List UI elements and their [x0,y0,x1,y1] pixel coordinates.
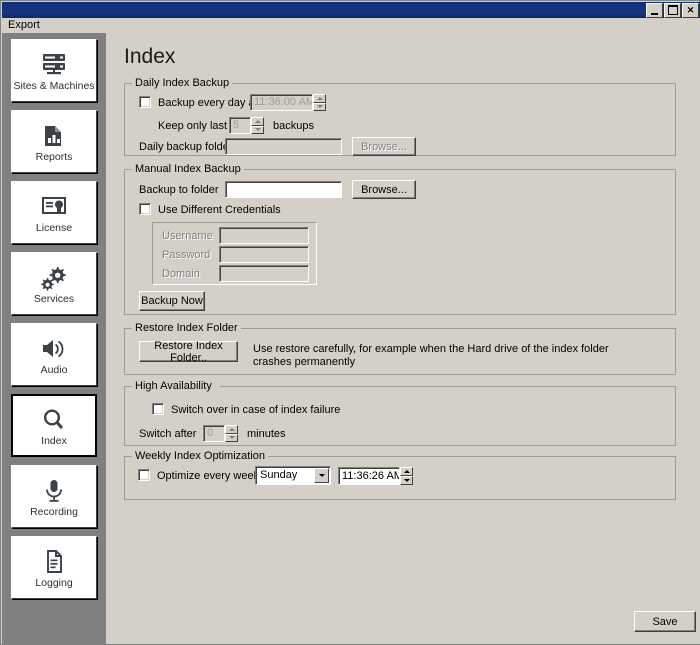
save-button[interactable]: Save [634,611,696,632]
username-field[interactable] [219,227,309,244]
sidebar-item-label: License [36,223,72,234]
group-legend: Daily Index Backup [132,77,232,89]
sidebar-item-sites-machines[interactable]: Sites & Machines [11,39,97,102]
restore-index-folder-button[interactable]: Restore Index Folder.. [139,341,238,362]
group-weekly-index-optimization: Weekly Index Optimization Optimize every… [124,456,676,500]
content-panel: Index Daily Index Backup Backup every da… [106,33,700,644]
optimize-day-combobox[interactable]: Sunday [255,466,331,485]
sidebar-item-audio[interactable]: Audio [11,323,97,386]
sidebar-item-label: Logging [35,578,72,589]
username-label: Username [162,230,213,242]
switch-over-label: Switch over in case of index failure [171,404,340,416]
optimize-time-field[interactable]: 11:36:26 AM [338,467,400,485]
switch-after-field[interactable]: 0 [203,425,225,442]
group-daily-index-backup: Daily Index Backup Backup every day at 1… [124,83,676,156]
sidebar-item-license[interactable]: License [11,181,97,244]
use-different-credentials-checkbox[interactable] [139,203,151,215]
sidebar-item-index[interactable]: Index [11,394,97,457]
backups-label: backups [273,120,314,132]
restore-description-line2: crashes permanently [253,356,355,368]
minutes-label: minutes [247,428,286,440]
switch-after-spinner[interactable] [225,425,238,442]
certificate-icon [39,192,69,222]
gears-icon [39,263,69,293]
backup-every-day-label: Backup every day at [158,97,258,109]
backup-every-day-checkbox[interactable] [139,96,151,108]
group-legend: Manual Index Backup [132,163,244,175]
use-different-credentials-label: Use Different Credentials [158,204,281,216]
sidebar-item-label: Audio [41,365,68,376]
menu-bar: Export [2,18,700,33]
servers-icon [39,50,69,80]
maximize-button[interactable] [664,3,681,18]
domain-field[interactable] [219,265,309,282]
switch-after-label: Switch after [139,428,196,440]
bar-chart-icon [40,121,68,151]
magnifier-icon [40,405,68,435]
keep-count-spinner[interactable] [251,117,264,134]
switch-over-checkbox[interactable] [152,403,164,415]
daily-backup-folder-label: Daily backup folder [139,141,233,153]
daily-backup-browse-button[interactable]: Browse... [352,137,416,156]
menu-item-export[interactable]: Export [2,18,46,33]
sidebar-item-reports[interactable]: Reports [11,110,97,173]
backup-now-button[interactable]: Backup Now [139,291,205,311]
sidebar-item-recording[interactable]: Recording [11,465,97,528]
keep-count-field[interactable]: 5 [229,117,251,134]
domain-label: Domain [162,268,200,280]
backup-to-folder-label: Backup to folder [139,184,219,196]
document-icon [40,547,68,577]
group-legend: Weekly Index Optimization [132,450,268,462]
sidebar-item-services[interactable]: Services [11,252,97,315]
sidebar: Sites & Machines Reports [2,33,106,644]
optimize-time-spinner[interactable] [400,467,413,485]
optimize-day-value: Sunday [260,469,297,481]
chevron-down-icon[interactable] [314,468,329,483]
sidebar-item-logging[interactable]: Logging [11,536,97,599]
backup-to-folder-field[interactable] [225,181,342,198]
restore-description-line1: Use restore carefully, for example when … [253,343,609,355]
keep-only-last-label: Keep only last [158,120,227,132]
application-window: ✕ Export Sites & Machines [0,0,700,645]
group-legend: High Availability [132,380,215,392]
daily-backup-time-field[interactable]: 11:36:00 AM [250,94,313,111]
speaker-icon [39,334,69,364]
manual-backup-browse-button[interactable]: Browse... [352,180,416,199]
group-legend: Restore Index Folder [132,322,241,334]
microphone-icon [40,476,68,506]
optimize-every-week-checkbox[interactable] [138,469,150,481]
sidebar-item-label: Reports [36,152,73,163]
close-button[interactable]: ✕ [682,3,699,18]
sidebar-item-label: Recording [30,507,78,518]
credentials-panel: Username Password Domain [152,222,317,285]
close-icon: ✕ [683,4,698,17]
sidebar-item-label: Index [41,436,67,447]
page-title: Index [124,45,175,69]
group-high-availability: High Availability Switch over in case of… [124,386,676,446]
daily-backup-time-spinner[interactable] [313,94,326,111]
title-bar: ✕ [2,2,700,18]
daily-backup-folder-field[interactable] [225,138,342,155]
minimize-button[interactable] [646,3,663,18]
group-manual-index-backup: Manual Index Backup Backup to folder Bro… [124,169,676,315]
sidebar-item-label: Sites & Machines [13,81,94,92]
password-field[interactable] [219,246,309,263]
group-restore-index-folder: Restore Index Folder Restore Index Folde… [124,328,676,375]
sidebar-item-label: Services [34,294,74,305]
password-label: Password [162,249,210,261]
